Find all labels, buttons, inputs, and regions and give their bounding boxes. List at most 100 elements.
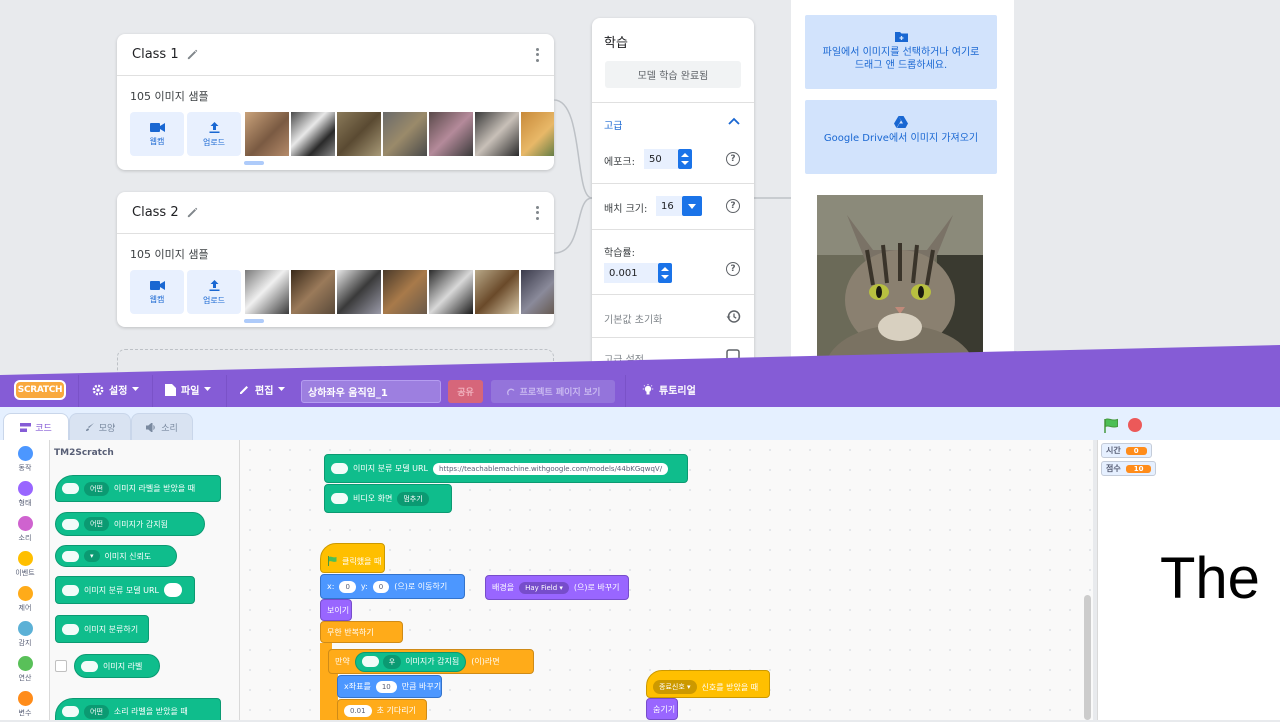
category-control[interactable]: 제어	[0, 586, 50, 613]
image-detected-condition[interactable]: 우 이미지가 감지됨	[354, 651, 467, 672]
label-dropdown[interactable]: 어떤	[84, 517, 109, 531]
message-dropdown[interactable]: 종료신호 ▾	[653, 680, 697, 694]
wait-block[interactable]: 0.01 초 기다리기	[337, 699, 427, 720]
sample-thumbnail[interactable]	[429, 112, 473, 156]
url-input[interactable]	[164, 583, 183, 597]
pencil-icon[interactable]	[186, 206, 199, 219]
hide-block[interactable]: 숨기기	[646, 698, 678, 720]
sample-thumbnail[interactable]	[337, 270, 381, 314]
scratch-logo[interactable]: SCRATCH	[14, 380, 66, 400]
stop-icon[interactable]	[1128, 418, 1142, 432]
sample-thumbnail[interactable]	[291, 112, 335, 156]
pencil-icon[interactable]	[186, 48, 199, 61]
learning-rate-stepper[interactable]	[658, 263, 672, 283]
sample-thumbnail[interactable]	[337, 112, 381, 156]
sample-thumbnail[interactable]	[521, 112, 554, 156]
category-motion[interactable]: 동작	[0, 446, 50, 473]
label-reporter-checkbox[interactable]	[55, 660, 67, 672]
epochs-input[interactable]: 50	[644, 149, 678, 169]
image-label-reporter[interactable]: 이미지 라벨	[74, 654, 160, 678]
epochs-stepper[interactable]	[678, 149, 692, 169]
sample-thumbnail[interactable]	[475, 112, 519, 156]
advanced-toggle-label[interactable]: 고급	[604, 117, 622, 132]
image-confidence-block[interactable]: ▾ 이미지 신뢰도	[55, 545, 177, 567]
see-project-page-button[interactable]: 프로젝트 페이지 보기	[491, 380, 615, 403]
if-then-block[interactable]: 만약 우 이미지가 감지됨 (이)라면	[328, 649, 534, 674]
tutorials-menu[interactable]: 튜토리얼	[642, 382, 696, 397]
upload-button[interactable]: 업로드	[187, 270, 241, 314]
tab-costumes[interactable]: 모양	[69, 413, 131, 440]
upload-button[interactable]: 업로드	[187, 112, 241, 156]
file-upload-dropzone[interactable]: 파일에서 이미지를 선택하거나 여기로 드래그 앤 드롭하세요.	[805, 15, 997, 89]
forever-block[interactable]: 무한 반복하기	[320, 621, 403, 643]
image-model-url-block[interactable]: 이미지 분류 모델 URL	[55, 576, 195, 604]
category-sound[interactable]: 소리	[0, 516, 50, 543]
sample-thumbnail[interactable]	[245, 112, 289, 156]
switch-backdrop-block[interactable]: 배경을 Hay Field ▾ (으)로 바꾸기	[485, 575, 629, 600]
green-flag-icon[interactable]	[1103, 418, 1120, 433]
project-title-input[interactable]: 상하좌우 움직임_1	[301, 380, 441, 403]
share-button[interactable]: 공유	[448, 380, 483, 403]
sample-thumbnail[interactable]	[475, 270, 519, 314]
thumbnail-scrollbar[interactable]	[244, 319, 264, 323]
when-sound-label-received-block[interactable]: 어떤 소리 라벨을 받았을 때	[55, 698, 221, 720]
category-variables[interactable]: 변수	[0, 691, 50, 718]
more-options-icon[interactable]	[535, 205, 539, 220]
tab-sounds[interactable]: 소리	[131, 413, 193, 440]
code-workspace[interactable]: 이미지 분류 모델 URL https://teachablemachine.w…	[240, 440, 1093, 720]
label-dropdown[interactable]: ▾	[84, 550, 100, 562]
thumbnail-scrollbar[interactable]	[244, 161, 264, 165]
edit-menu[interactable]: 편집	[239, 382, 286, 397]
image-detected-block[interactable]: 어떤 이미지가 감지됨	[55, 512, 205, 536]
tab-code[interactable]: 코드	[3, 413, 69, 440]
when-label-received-block[interactable]: 어떤 이미지 라벨을 받았을 때	[55, 475, 221, 502]
stage-sprite-text[interactable]: The	[1160, 545, 1260, 612]
history-icon[interactable]	[726, 309, 741, 324]
reset-defaults[interactable]: 기본값 초기화	[604, 311, 662, 326]
label-dropdown[interactable]: 어떤	[84, 704, 109, 719]
change-x-input[interactable]: 10	[375, 680, 397, 693]
help-icon[interactable]: ?	[726, 199, 740, 213]
webcam-button[interactable]: 웹캠	[130, 112, 184, 156]
category-looks[interactable]: 형태	[0, 481, 50, 508]
show-block[interactable]: 보이기	[320, 599, 352, 621]
category-operators[interactable]: 연산	[0, 656, 50, 683]
category-sensing[interactable]: 감지	[0, 621, 50, 648]
url-value-input[interactable]: https://teachablemachine.withgoogle.com/…	[433, 462, 669, 475]
sample-thumbnail[interactable]	[383, 112, 427, 156]
backdrop-dropdown[interactable]: Hay Field ▾	[519, 581, 569, 594]
wait-input[interactable]: 0.01	[344, 704, 372, 717]
sample-thumbnail[interactable]	[429, 270, 473, 314]
label-dropdown[interactable]: 우	[382, 654, 402, 669]
class-name[interactable]: Class 2	[132, 205, 179, 220]
learning-rate-input[interactable]: 0.001	[604, 263, 658, 283]
video-toggle-block[interactable]: 비디오 화면 멈추기	[324, 484, 452, 513]
sample-thumbnail[interactable]	[291, 270, 335, 314]
batch-size-dropdown[interactable]	[682, 196, 702, 216]
model-url-block[interactable]: 이미지 분류 모델 URL https://teachablemachine.w…	[324, 454, 688, 483]
workspace-scrollbar[interactable]	[1084, 595, 1091, 720]
help-icon[interactable]: ?	[726, 152, 740, 166]
sample-thumbnail[interactable]	[245, 270, 289, 314]
google-drive-button[interactable]: Google Drive에서 이미지 가져오기	[805, 100, 997, 174]
label-dropdown[interactable]: 어떤	[84, 481, 109, 496]
webcam-button[interactable]: 웹캠	[130, 270, 184, 314]
settings-menu[interactable]: 설정	[92, 382, 140, 397]
class-name[interactable]: Class 1	[132, 47, 179, 62]
y-input[interactable]: 0	[372, 580, 390, 593]
classify-image-block[interactable]: 이미지 분류하기	[55, 615, 149, 643]
category-events[interactable]: 이벤트	[0, 551, 50, 578]
video-dropdown[interactable]: 멈추기	[397, 491, 429, 506]
more-options-icon[interactable]	[535, 47, 539, 62]
when-receive-block[interactable]: 종료신호 ▾ 신호를 받았을 때	[646, 670, 770, 698]
goto-xy-block[interactable]: x: 0 y: 0 (으)로 이동하기	[320, 574, 465, 599]
sample-thumbnail[interactable]	[521, 270, 554, 314]
sample-thumbnail[interactable]	[383, 270, 427, 314]
file-menu[interactable]: 파일	[165, 382, 212, 397]
change-x-block[interactable]: x좌표를 10 만큼 바꾸기	[337, 675, 442, 698]
batch-size-select[interactable]: 16	[656, 196, 682, 216]
chevron-up-icon[interactable]	[728, 117, 740, 125]
help-icon[interactable]: ?	[726, 262, 740, 276]
x-input[interactable]: 0	[339, 580, 356, 593]
when-flag-clicked-block[interactable]: 클릭했을 때	[320, 543, 385, 573]
